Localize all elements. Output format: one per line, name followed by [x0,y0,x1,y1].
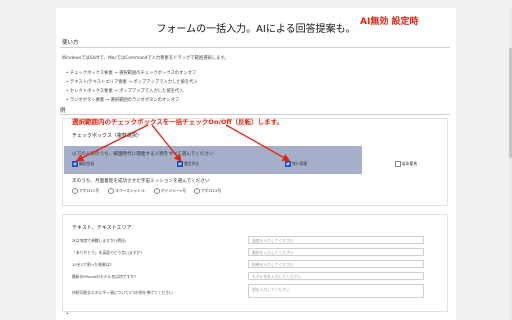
textarea[interactable]: 例を入力してください [248,284,424,298]
more-bullet: • [66,312,69,317]
text-input[interactable]: 結果を入力してください [248,260,424,268]
text-section-heading: テキスト、テキストエリア [72,225,132,231]
page: フォームの一括入力。AIによる回答提案も。 AI無効 設定時 使い方 Windo… [56,8,456,320]
textarea-label: 持続可能なエネルギー源について3つの例を挙げてください [72,290,173,295]
text-row-label: 最新のiPhoneのモデル名は何ですか? [72,274,137,279]
text-row-label: 「ありがとう」を英語でどう言いますか? [72,250,143,255]
text-row-label: 水は何度で沸騰しますか?(摂氏) [72,238,127,243]
text-row-label: 10を2で割った結果は? [72,262,112,267]
text-input[interactable]: 翻訳を入力してください [248,248,424,256]
arrow-left [75,124,149,162]
text-input[interactable]: 温度を入力してください [248,236,424,244]
text-input[interactable]: モデル名を入力してください [248,272,424,280]
arrow-right [225,124,291,162]
arrow-middle [151,124,182,163]
